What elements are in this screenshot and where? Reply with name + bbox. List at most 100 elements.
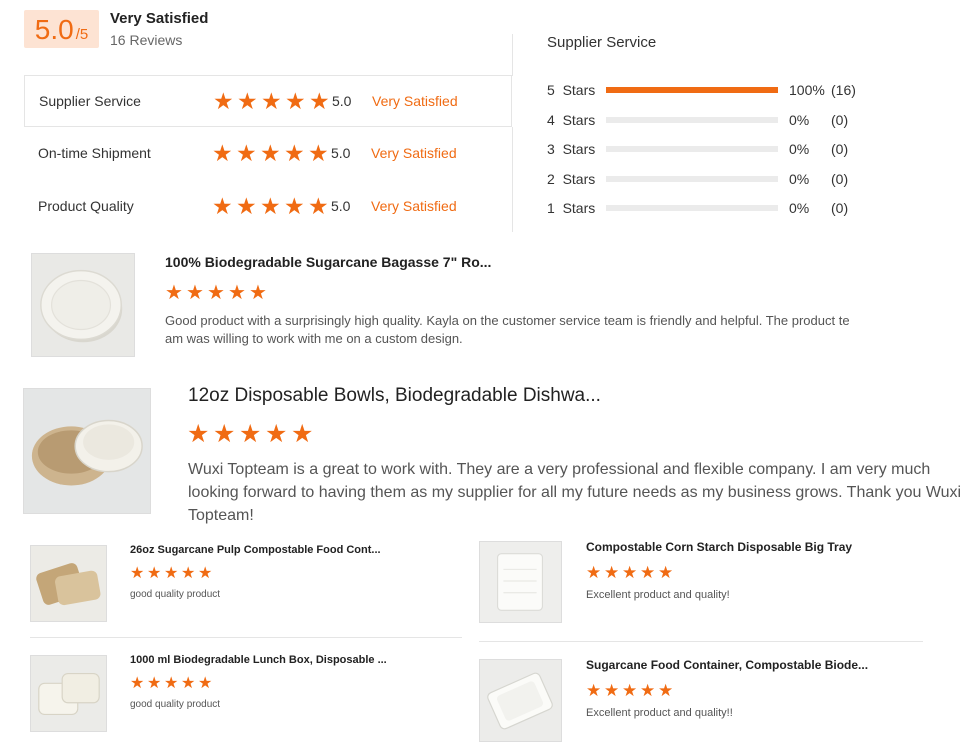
star-rating: ★ ★ ★ ★ ★ [130, 566, 215, 582]
review-product-title[interactable]: 26oz Sugarcane Pulp Compostable Food Con… [130, 544, 381, 556]
star-icon: ★ [213, 87, 234, 114]
histogram-bar-track [606, 146, 778, 152]
review-product-title[interactable]: Sugarcane Food Container, Compostable Bi… [586, 658, 868, 672]
star-icon: ★ [284, 139, 305, 166]
star-rating: ★ ★ ★ ★ ★ [212, 139, 332, 166]
star-icon: ★ [198, 675, 213, 692]
review-product-title[interactable]: 1000 ml Biodegradable Lunch Box, Disposa… [130, 654, 387, 666]
histogram-bar-track [606, 205, 778, 211]
star-rating: ★ ★ ★ ★ ★ [586, 682, 676, 699]
star-rating: ★ ★ ★ ★ ★ [586, 564, 676, 581]
lunch-box-image[interactable] [30, 655, 107, 732]
overall-score: 5.0 [34, 14, 74, 45]
round-plate-image[interactable] [31, 253, 135, 357]
star-rating: ★ ★ ★ ★ ★ [213, 87, 333, 114]
category-row-on-time-shipment: On-time Shipment ★ ★ ★ ★ ★ 5.0 Very Satisfie… [24, 127, 512, 179]
star-icon: ★ [265, 420, 288, 448]
histogram-label: 3 Stars [547, 141, 596, 157]
histogram-row-5: 5 Stars 100% (16) [547, 80, 856, 100]
star-icon: ★ [622, 563, 638, 582]
category-score: 5.0 [331, 198, 351, 214]
category-row-supplier-service: Supplier Service ★ ★ ★ ★ ★ 5.0 Very Satisfie… [24, 75, 512, 127]
overall-scale: /5 [75, 26, 89, 43]
star-icon: ★ [308, 139, 329, 166]
star-icon: ★ [187, 420, 210, 448]
star-icon: ★ [260, 192, 281, 219]
category-desc: Very Satisfied [371, 145, 457, 161]
review-text: good quality product [130, 589, 221, 600]
star-icon: ★ [130, 565, 145, 582]
category-desc: Very Satisfied [371, 198, 457, 214]
histogram-row-4: 4 Stars 0% (0) [547, 110, 848, 130]
histogram-title: Supplier Service [547, 34, 657, 51]
star-rating: ★ ★ ★ ★ ★ [165, 283, 270, 303]
star-icon: ★ [622, 681, 638, 700]
histogram-label: 4 Stars [547, 112, 596, 128]
star-rating: ★ ★ ★ ★ ★ [212, 192, 332, 219]
overall-label: Very Satisfied [110, 10, 209, 27]
review-text: Wuxi Topteam is a great to work with. Th… [188, 461, 962, 524]
star-icon: ★ [181, 565, 196, 582]
star-icon: ★ [212, 192, 233, 219]
star-icon: ★ [207, 282, 225, 304]
star-icon: ★ [249, 282, 267, 304]
histogram-percent: 0% [789, 141, 810, 157]
star-icon: ★ [237, 87, 258, 114]
star-icon: ★ [130, 675, 145, 692]
star-icon: ★ [309, 87, 330, 114]
star-icon: ★ [213, 420, 236, 448]
star-icon: ★ [291, 420, 314, 448]
pulp-containers-image[interactable] [30, 545, 107, 622]
histogram-bar-track [606, 176, 778, 182]
review-text: Good product with a surprisingly high qu… [165, 313, 850, 346]
review-text: Excellent product and quality! [586, 589, 730, 601]
category-desc: Very Satisfied [372, 93, 458, 109]
star-icon: ★ [147, 675, 162, 692]
reviews-count: 16 Reviews [110, 32, 183, 48]
star-icon: ★ [640, 563, 656, 582]
star-icon: ★ [261, 87, 282, 114]
review-product-title[interactable]: 100% Biodegradable Sugarcane Bagasse 7" … [165, 254, 491, 270]
star-icon: ★ [239, 420, 262, 448]
category-name: Product Quality [38, 198, 134, 214]
category-row-product-quality: Product Quality ★ ★ ★ ★ ★ 5.0 Very Satisfied [24, 180, 512, 232]
star-icon: ★ [212, 139, 233, 166]
histogram-row-3: 3 Stars 0% (0) [547, 139, 848, 159]
star-icon: ★ [658, 563, 674, 582]
star-icon: ★ [164, 675, 179, 692]
star-icon: ★ [604, 563, 620, 582]
star-icon: ★ [586, 563, 602, 582]
category-score: 5.0 [332, 93, 352, 109]
star-icon: ★ [228, 282, 246, 304]
histogram-row-2: 2 Stars 0% (0) [547, 169, 848, 189]
category-name: Supplier Service [39, 93, 141, 109]
histogram-percent: 0% [789, 112, 810, 128]
star-icon: ★ [186, 282, 204, 304]
star-icon: ★ [236, 192, 257, 219]
review-product-title[interactable]: 12oz Disposable Bowls, Biodegradable Dis… [188, 385, 601, 407]
histogram-count: (0) [831, 200, 849, 216]
bowls-image[interactable] [23, 388, 151, 514]
histogram-count: (0) [831, 141, 849, 157]
star-icon: ★ [181, 675, 196, 692]
star-icon: ★ [308, 192, 329, 219]
histogram-label: 2 Stars [547, 171, 596, 187]
star-icon: ★ [236, 139, 257, 166]
star-icon: ★ [147, 565, 162, 582]
histogram-percent: 0% [789, 171, 810, 187]
review-text: Excellent product and quality!! [586, 707, 733, 719]
star-icon: ★ [285, 87, 306, 114]
divider [30, 637, 462, 638]
histogram-label: 5 Stars [547, 82, 596, 98]
star-rating: ★ ★ ★ ★ ★ [187, 422, 317, 447]
review-product-title[interactable]: Compostable Corn Starch Disposable Big T… [586, 540, 852, 554]
histogram-count: (16) [831, 82, 856, 98]
food-container-image[interactable] [479, 659, 562, 742]
big-tray-image[interactable] [479, 541, 562, 623]
divider [512, 34, 513, 75]
category-score: 5.0 [331, 145, 351, 161]
star-icon: ★ [165, 282, 183, 304]
star-icon: ★ [260, 139, 281, 166]
histogram-count: (0) [831, 171, 849, 187]
star-icon: ★ [640, 681, 656, 700]
